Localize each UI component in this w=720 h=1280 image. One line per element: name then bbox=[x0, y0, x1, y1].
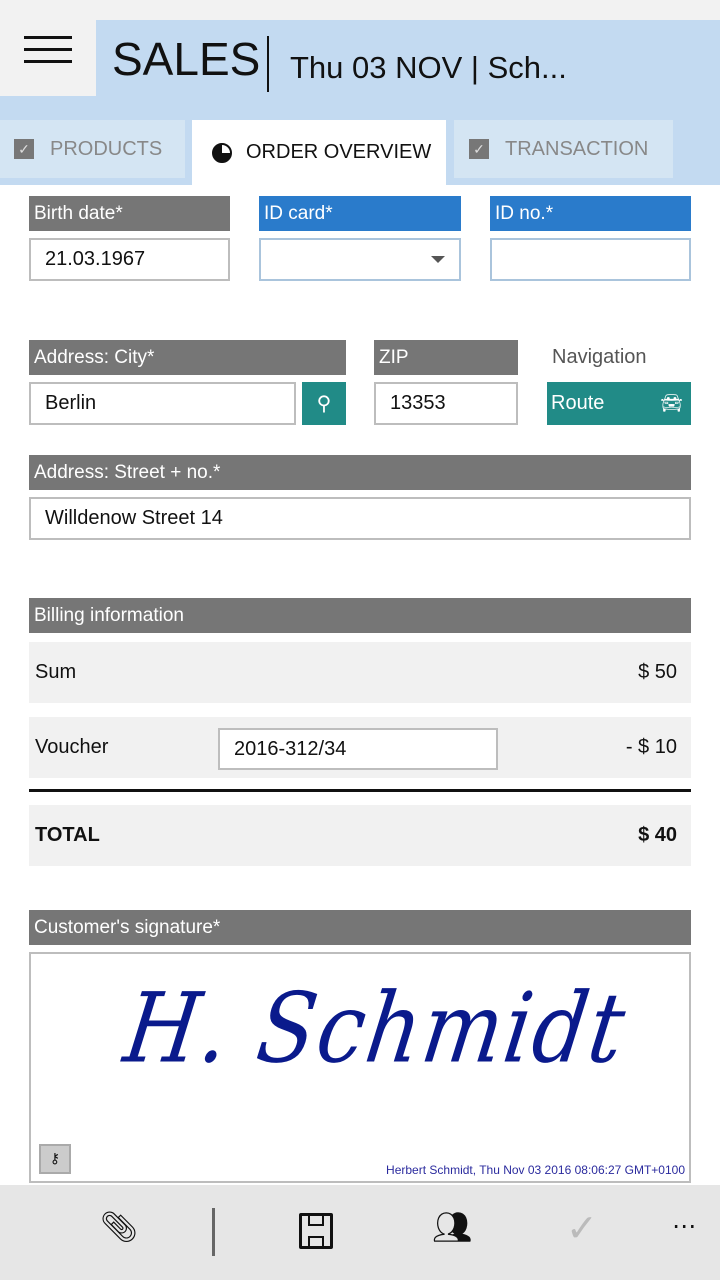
key-button[interactable]: ⚷ bbox=[39, 1144, 71, 1174]
chevron-down-icon bbox=[431, 256, 445, 263]
map-icon: ⚲ bbox=[316, 391, 332, 415]
id-no-label: ID no.* bbox=[490, 196, 691, 231]
route-button[interactable]: Route 🚘︎ bbox=[547, 382, 691, 425]
tab-label: PRODUCTS bbox=[50, 137, 163, 160]
checkbox-checked-icon: ✓ bbox=[469, 139, 489, 159]
voucher-row: Voucher 2016-312/34 - $ 10 bbox=[29, 717, 691, 778]
save-icon[interactable] bbox=[299, 1213, 333, 1249]
car-icon: 🚘︎ bbox=[660, 393, 683, 413]
birth-date-input[interactable]: 21.03.1967 bbox=[29, 238, 230, 281]
page-subtitle: Thu 03 NOV | Sch... bbox=[290, 50, 567, 85]
checkbox-checked-icon: ✓ bbox=[14, 139, 34, 159]
title-divider bbox=[267, 36, 269, 92]
total-label: TOTAL bbox=[35, 824, 100, 846]
tab-label: TRANSACTION bbox=[505, 137, 649, 160]
hamburger-menu-button[interactable] bbox=[0, 20, 96, 96]
tab-label: ORDER OVERVIEW bbox=[246, 141, 432, 163]
progress-pie-icon bbox=[212, 142, 232, 163]
total-row: TOTAL $ 40 bbox=[29, 805, 691, 866]
more-icon[interactable]: ⋯ bbox=[672, 1212, 696, 1240]
sum-label: Sum bbox=[35, 661, 77, 683]
birth-date-label: Birth date* bbox=[29, 196, 230, 231]
voucher-value: - $ 10 bbox=[625, 736, 677, 758]
divider bbox=[29, 789, 691, 792]
id-no-input[interactable] bbox=[490, 238, 691, 281]
signature-stamp: Herbert Schmidt, Thu Nov 03 2016 08:06:2… bbox=[386, 1163, 685, 1177]
voucher-label: Voucher bbox=[35, 736, 109, 758]
route-label: Route bbox=[551, 392, 605, 414]
billing-label: Billing information bbox=[29, 598, 691, 633]
total-value: $ 40 bbox=[638, 824, 677, 846]
signature-handwriting: H. Schmidt bbox=[118, 971, 634, 1085]
voucher-input[interactable]: 2016-312/34 bbox=[218, 728, 498, 770]
people-icon[interactable]: 👥︎ bbox=[432, 1208, 473, 1246]
map-pin-button[interactable]: ⚲ bbox=[302, 382, 346, 425]
key-icon: ⚷ bbox=[49, 1151, 61, 1167]
page-title: SALES bbox=[112, 33, 261, 85]
signature-pad[interactable]: H. Schmidt ⚷ Herbert Schmidt, Thu Nov 03… bbox=[29, 952, 691, 1183]
check-icon[interactable]: ✓ bbox=[566, 1206, 598, 1250]
tab-products[interactable]: ✓ PRODUCTS bbox=[0, 120, 185, 178]
zip-input[interactable]: 13353 bbox=[374, 382, 518, 425]
id-card-dropdown[interactable] bbox=[259, 238, 461, 281]
status-bar bbox=[0, 0, 720, 20]
street-input[interactable]: Willdenow Street 14 bbox=[29, 497, 691, 540]
sum-value: $ 50 bbox=[638, 661, 677, 683]
signature-label: Customer's signature* bbox=[29, 910, 691, 945]
navigation-label: Navigation bbox=[552, 346, 647, 368]
toolbar-divider bbox=[212, 1208, 215, 1256]
paperclip-icon[interactable]: 📎︎ bbox=[100, 1210, 138, 1245]
id-card-label: ID card* bbox=[259, 196, 461, 231]
sum-row: Sum $ 50 bbox=[29, 642, 691, 703]
city-label: Address: City* bbox=[29, 340, 346, 375]
city-input[interactable]: Berlin bbox=[29, 382, 296, 425]
street-label: Address: Street + no.* bbox=[29, 455, 691, 490]
zip-label: ZIP bbox=[374, 340, 518, 375]
tab-transaction[interactable]: ✓ TRANSACTION bbox=[454, 120, 673, 178]
tab-order-overview[interactable]: ORDER OVERVIEW bbox=[192, 120, 446, 185]
